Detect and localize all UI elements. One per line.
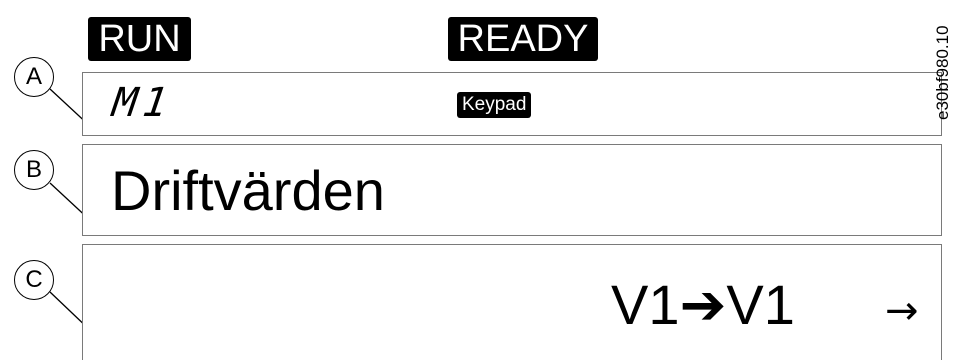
control-place-badge: Keypad xyxy=(457,92,532,118)
menu-code: M1 xyxy=(109,80,177,126)
callout-a: A xyxy=(14,57,54,97)
group-title: Driftvärden xyxy=(111,159,385,222)
path-to: V1 xyxy=(726,273,795,336)
path-from: V1 xyxy=(611,273,680,336)
figure-id: e30bf980.10 xyxy=(933,25,952,120)
menu-path: V1➔V1 xyxy=(611,275,795,336)
heavy-right-arrow-icon: ➔ xyxy=(679,273,727,338)
callout-b: B xyxy=(14,150,54,190)
group-title-panel: Driftvärden xyxy=(82,144,942,236)
location-panel: M1 Keypad xyxy=(82,72,942,136)
callout-c: C xyxy=(14,260,54,300)
path-panel: V1➔V1 → xyxy=(82,244,942,360)
right-arrow-icon: → xyxy=(885,288,919,334)
